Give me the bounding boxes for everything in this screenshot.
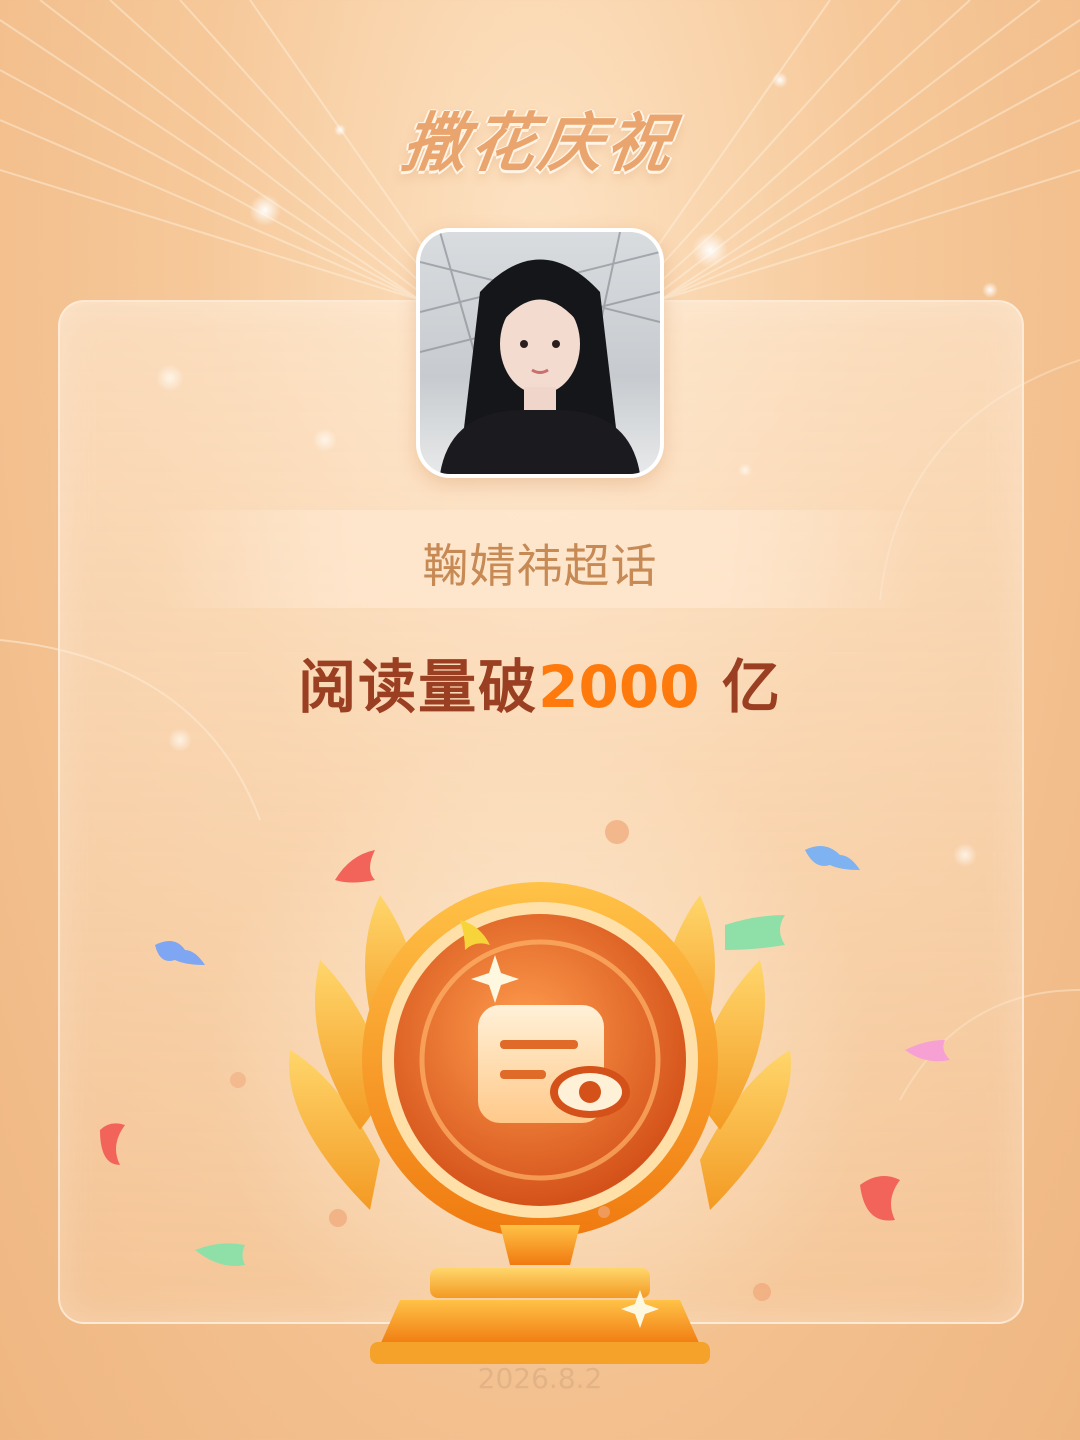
topic-name: 鞠婧祎超话 [422, 539, 658, 593]
banner-title: 撒花庆祝 [397, 107, 681, 181]
milestone-prefix: 阅读量破 [298, 653, 539, 721]
date-label: 2026.8.2 [477, 1362, 603, 1395]
milestone-unit: 亿 [721, 653, 782, 721]
user-avatar-photo-icon [420, 232, 660, 474]
avatar[interactable] [416, 228, 664, 478]
milestone-number: 2000 [538, 653, 700, 721]
milestone-text: 阅读量破2000 亿 [0, 640, 1080, 724]
